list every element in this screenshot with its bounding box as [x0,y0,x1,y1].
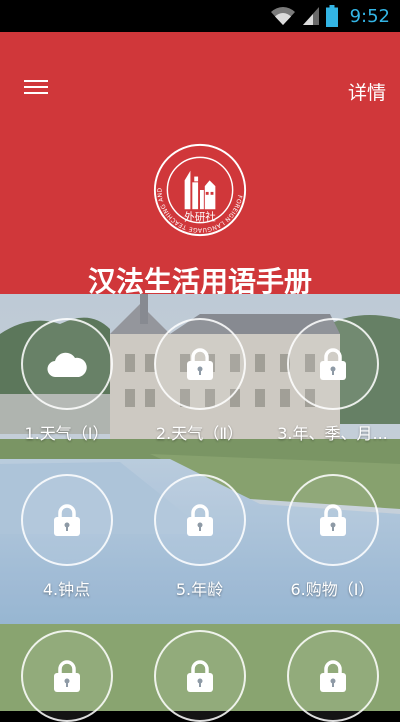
lock-icon [319,660,346,692]
lesson-circle[interactable] [286,474,379,566]
status-bar: 9:52 [0,0,400,32]
lesson-label: 5.年龄 [175,580,224,599]
lesson-label: 3.年、季、月... [277,424,388,443]
battery-icon [325,5,338,27]
cloud-icon [46,352,87,378]
lesson-circle[interactable] [153,630,246,722]
lesson-label: 4.钟点 [42,580,91,599]
lesson-item-3[interactable]: 3.年、季、月... [266,318,399,444]
signal-icon [302,7,319,25]
detail-button[interactable]: 详情 [348,78,386,105]
logo-text: 外研社 [184,211,216,224]
lesson-label: 2.天气（Ⅱ） [155,424,244,443]
lock-icon [186,348,213,380]
publisher-logo: FOREIGN LANGUAGE TEACHING AND RESEARCH P… [152,142,247,237]
lesson-circle[interactable] [20,474,113,566]
lesson-circle[interactable] [286,318,379,410]
lock-icon [53,504,80,536]
lock-icon [186,660,213,692]
lesson-item-4[interactable]: 4.钟点 [0,474,133,600]
lesson-item-8[interactable] [133,630,266,722]
lesson-item-2[interactable]: 2.天气（Ⅱ） [133,318,266,444]
lesson-circle[interactable] [20,630,113,722]
lock-icon [319,504,346,536]
menu-icon [24,80,48,94]
lock-icon [186,504,213,536]
lock-icon [53,660,80,692]
lesson-label: 6.购物（Ⅰ） [290,580,375,599]
lesson-circle[interactable] [153,474,246,566]
lesson-circle[interactable] [20,318,113,410]
header: 详情 FOREIGN LANGUAGE TEACHING AND RESEARC… [0,32,400,298]
lesson-item-5[interactable]: 5.年龄 [133,474,266,600]
lesson-circle[interactable] [286,630,379,722]
lesson-circle[interactable] [153,318,246,410]
lesson-item-6[interactable]: 6.购物（Ⅰ） [266,474,399,600]
lesson-grid: 1.天气（Ⅰ） 2.天气（Ⅱ） 3.年、季、月... 4.钟点 5.年龄 6.购… [0,294,400,722]
menu-button[interactable] [24,76,48,100]
status-icons: 9:52 [270,0,390,32]
lock-icon [319,348,346,380]
lesson-item-7[interactable] [0,630,133,722]
wifi-icon [270,7,295,25]
lesson-item-9[interactable] [266,630,399,722]
status-time: 9:52 [349,5,390,27]
lesson-item-1[interactable]: 1.天气（Ⅰ） [0,318,133,444]
lesson-label: 1.天气（Ⅰ） [24,424,109,443]
